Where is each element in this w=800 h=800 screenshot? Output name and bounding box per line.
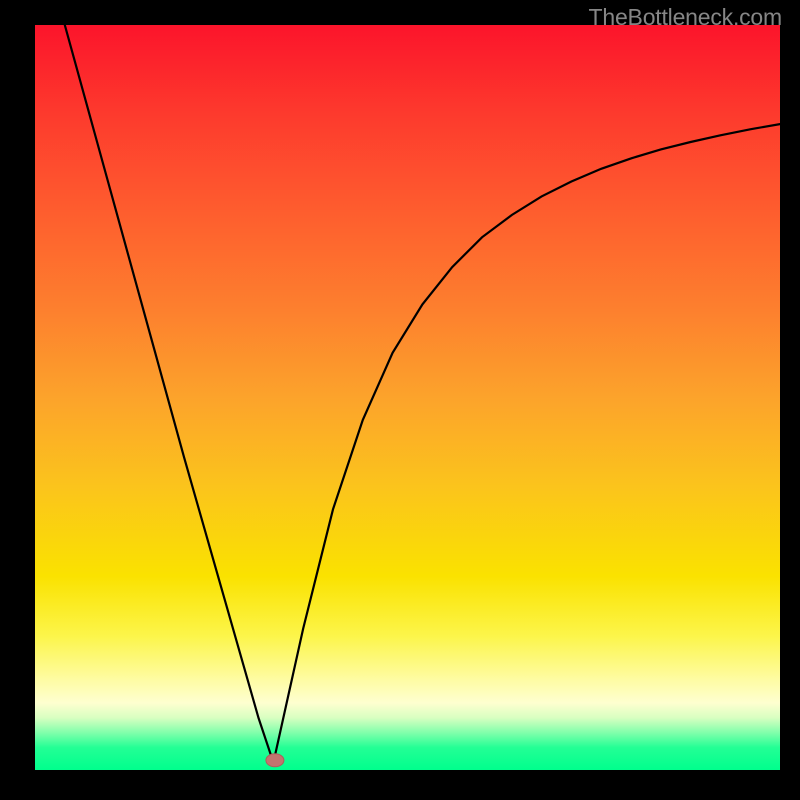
bottleneck-curve [35,25,780,770]
curve-path [65,25,780,763]
plot-area [35,25,780,770]
watermark-text: TheBottleneck.com [589,4,782,31]
optimum-marker [266,754,284,767]
chart-frame: TheBottleneck.com [0,0,800,800]
